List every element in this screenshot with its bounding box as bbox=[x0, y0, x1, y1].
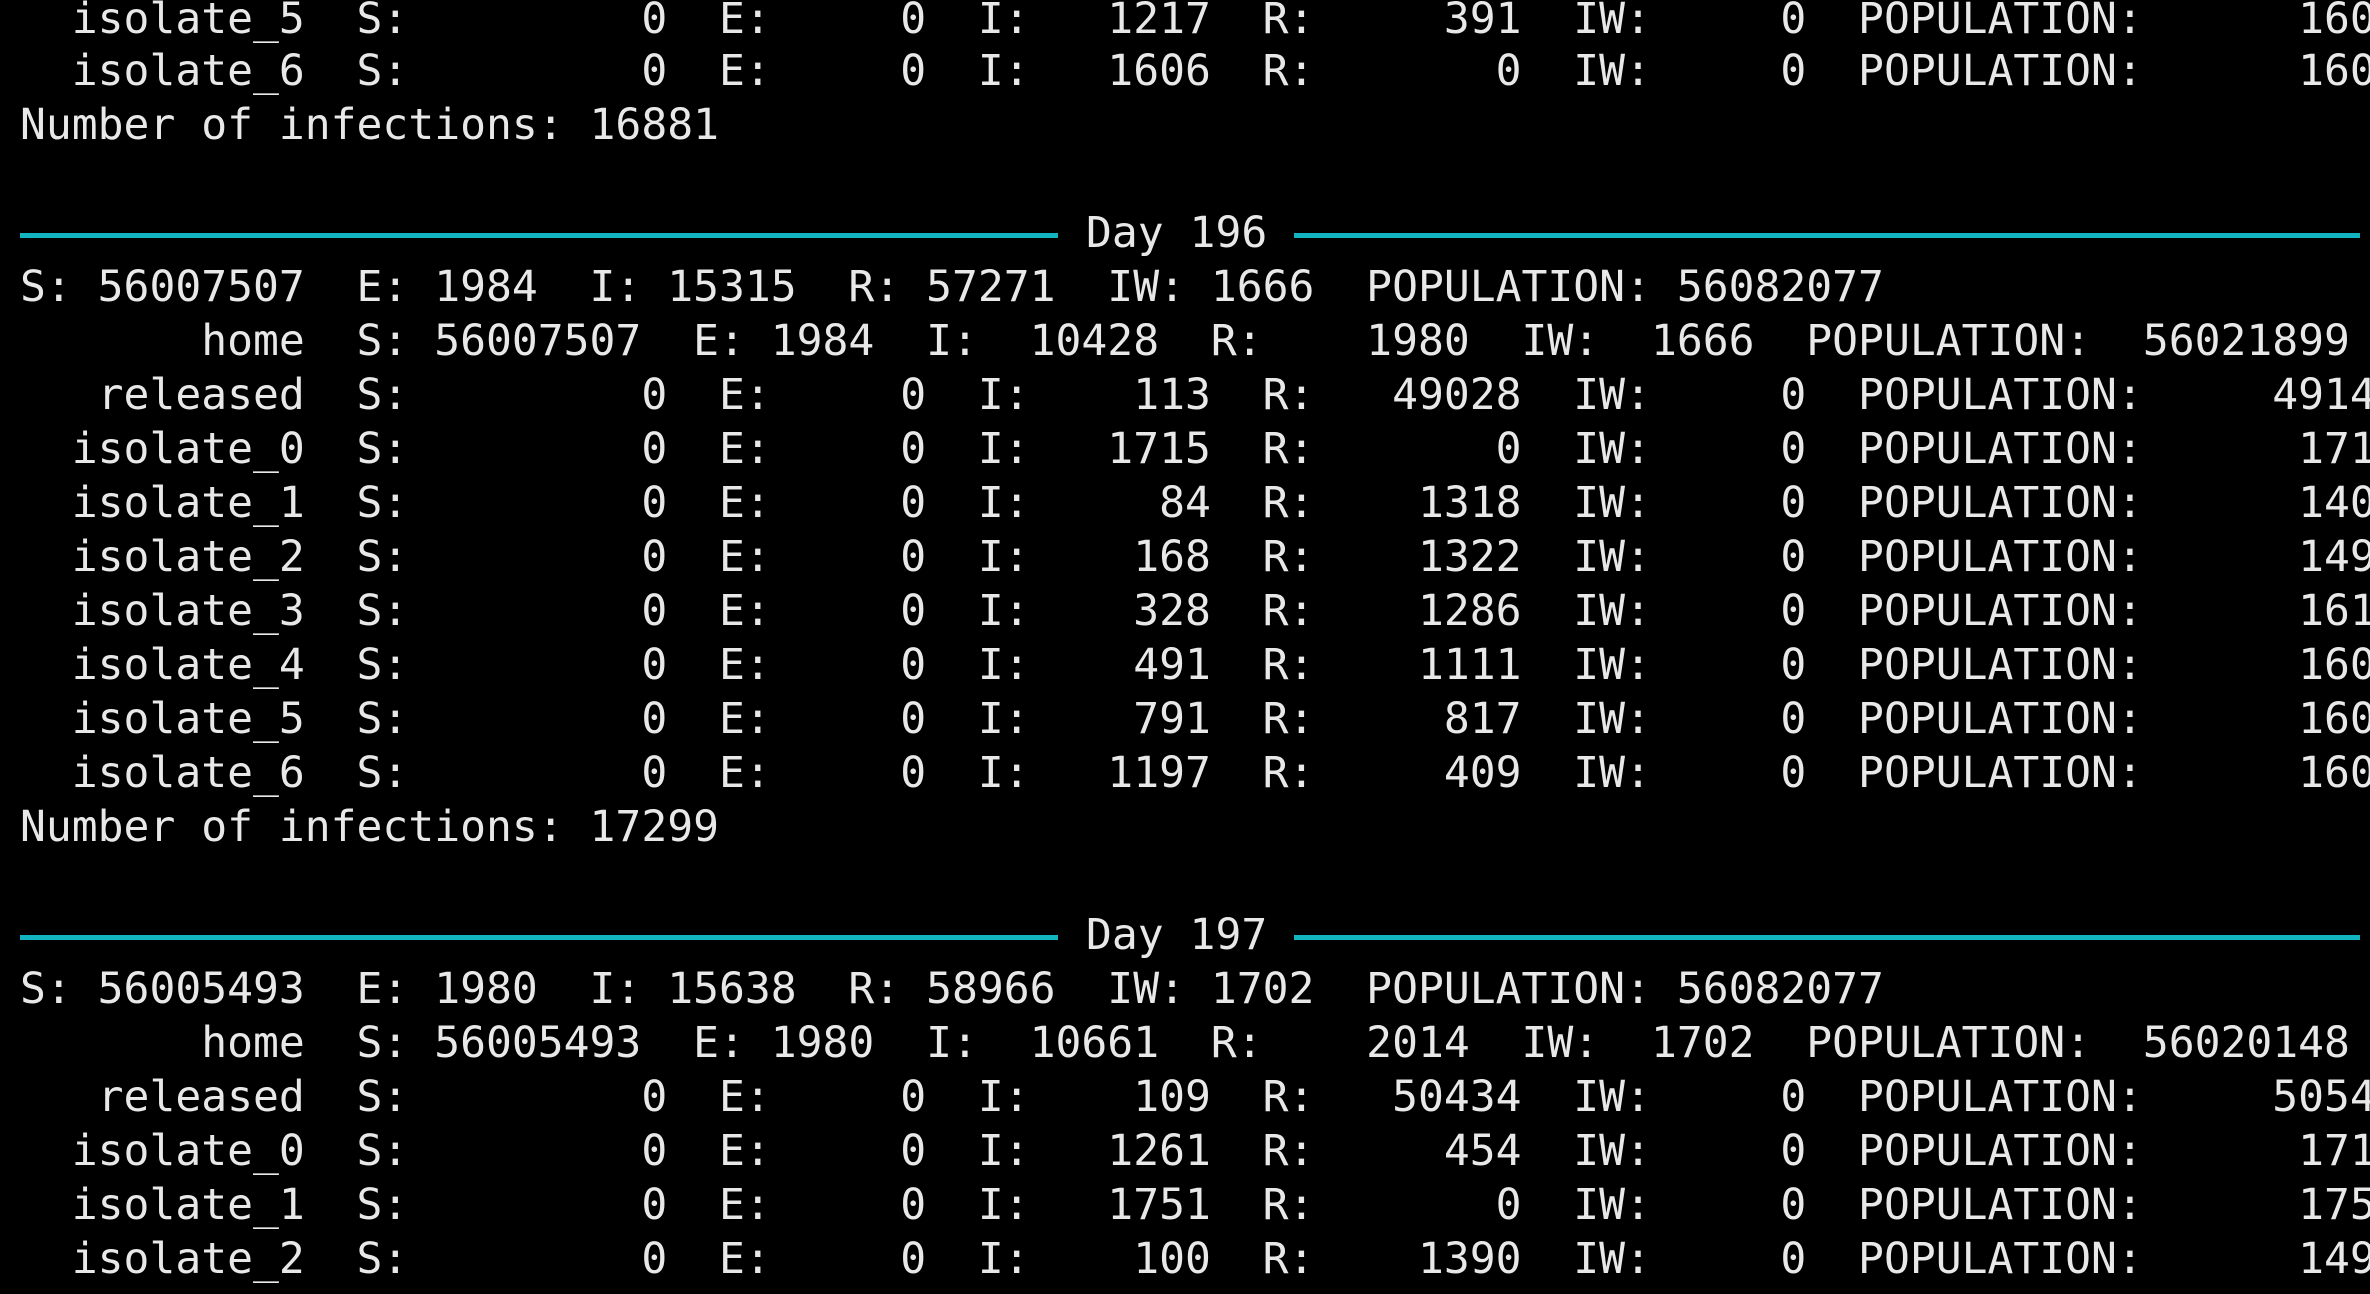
isolate-1-row: isolate_1 S: 0 E: 0 I: 1751 R: 0 IW: 0 P… bbox=[20, 1180, 2370, 1230]
day-divider-left bbox=[20, 233, 1058, 238]
infections-count: Number of infections: 16881 bbox=[20, 100, 719, 150]
day-divider-right bbox=[1294, 935, 2360, 940]
isolate-2-row: isolate_2 S: 0 E: 0 I: 100 R: 1390 IW: 0… bbox=[20, 1234, 2370, 1284]
isolate-5-row: isolate_5 S: 0 E: 0 I: 791 R: 817 IW: 0 … bbox=[20, 694, 2370, 744]
released-row: released S: 0 E: 0 I: 113 R: 49028 IW: 0… bbox=[20, 370, 2370, 420]
home-row: home S: 56007507 E: 1984 I: 10428 R: 198… bbox=[20, 316, 2350, 366]
isolate-1-row: isolate_1 S: 0 E: 0 I: 84 R: 1318 IW: 0 … bbox=[20, 478, 2370, 528]
totals-row: S: 56007507 E: 1984 I: 15315 R: 57271 IW… bbox=[20, 262, 1884, 312]
isolate-0-row: isolate_0 S: 0 E: 0 I: 1261 R: 454 IW: 0… bbox=[20, 1126, 2370, 1176]
isolate-2-row: isolate_2 S: 0 E: 0 I: 168 R: 1322 IW: 0… bbox=[20, 532, 2370, 582]
day-header: Day 196 bbox=[1086, 208, 1268, 258]
terminal-output[interactable]: isolate_5 S: 0 E: 0 I: 1217 R: 391 IW: 0… bbox=[0, 0, 2370, 1294]
day-divider-left bbox=[20, 935, 1058, 940]
home-row: home S: 56005493 E: 1980 I: 10661 R: 201… bbox=[20, 1018, 2350, 1068]
day-header: Day 197 bbox=[1086, 910, 1268, 960]
infections-count: Number of infections: 17299 bbox=[20, 802, 719, 852]
isolate-0-row: isolate_0 S: 0 E: 0 I: 1715 R: 0 IW: 0 P… bbox=[20, 424, 2370, 474]
isolate-6-row: isolate_6 S: 0 E: 0 I: 1197 R: 409 IW: 0… bbox=[20, 748, 2370, 798]
isolate-6-row: isolate_6 S: 0 E: 0 I: 1606 R: 0 IW: 0 P… bbox=[20, 46, 2370, 96]
released-row: released S: 0 E: 0 I: 109 R: 50434 IW: 0… bbox=[20, 1072, 2370, 1122]
day-divider-right bbox=[1294, 233, 2360, 238]
isolate-3-row: isolate_3 S: 0 E: 0 I: 328 R: 1286 IW: 0… bbox=[20, 586, 2370, 636]
isolate-5-row: isolate_5 S: 0 E: 0 I: 1217 R: 391 IW: 0… bbox=[20, 0, 2370, 44]
totals-row: S: 56005493 E: 1980 I: 15638 R: 58966 IW… bbox=[20, 964, 1884, 1014]
isolate-4-row: isolate_4 S: 0 E: 0 I: 491 R: 1111 IW: 0… bbox=[20, 640, 2370, 690]
